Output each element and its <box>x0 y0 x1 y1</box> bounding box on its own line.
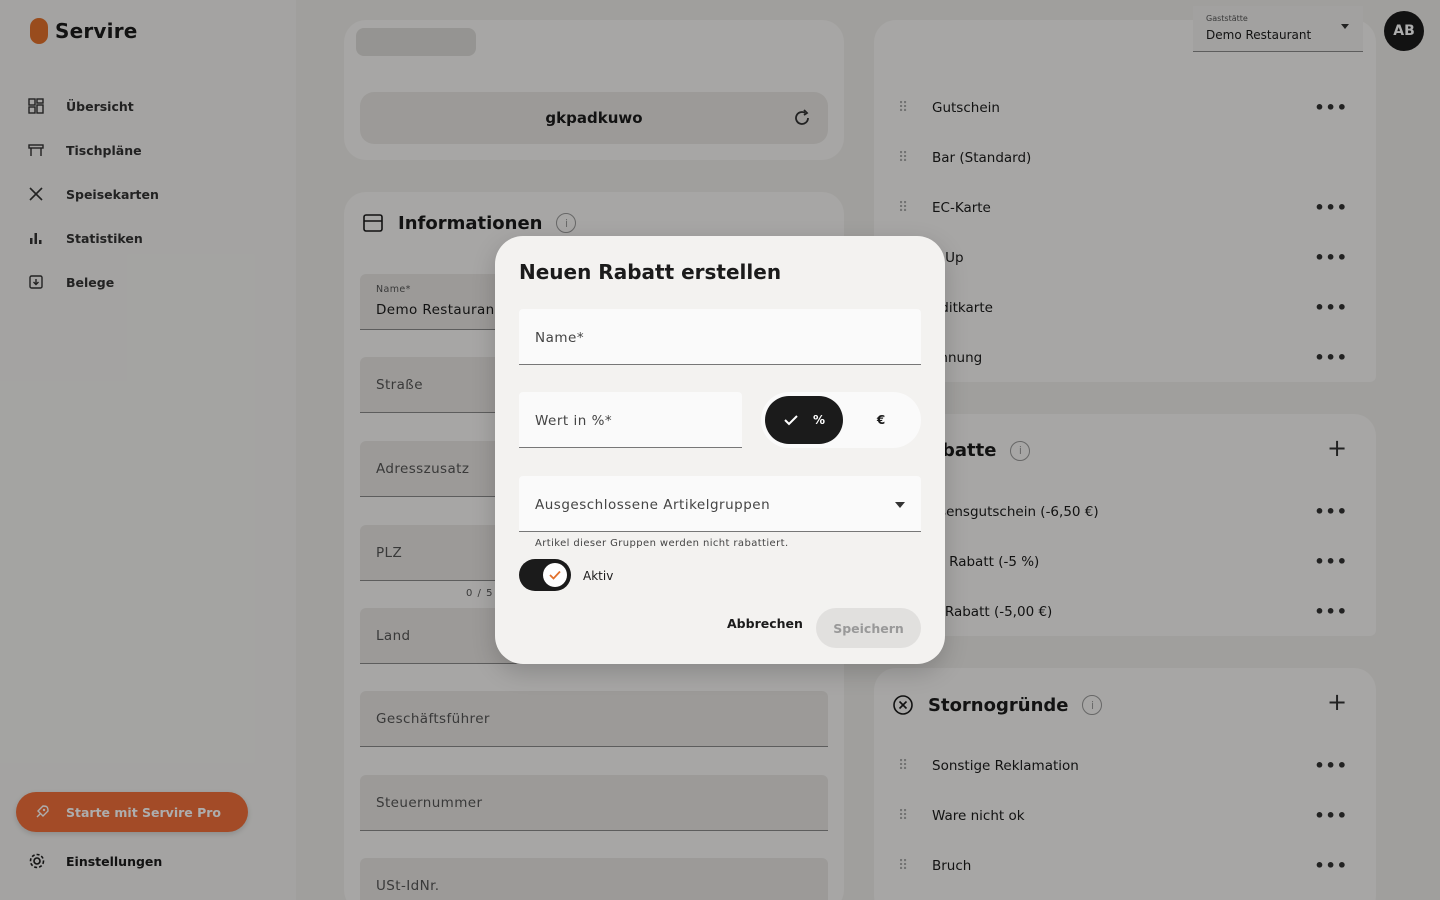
discount-name-input[interactable]: Name* <box>519 309 921 365</box>
check-icon <box>549 570 561 580</box>
unit-euro-label: € <box>876 413 886 427</box>
toggle-knob <box>543 563 567 587</box>
excluded-groups-select[interactable]: Ausgeschlossene Artikelgruppen <box>519 476 921 532</box>
save-button[interactable]: Speichern <box>816 608 921 648</box>
unit-toggle: % € <box>761 392 921 448</box>
dialog-title: Neuen Rabatt erstellen <box>519 260 782 284</box>
create-discount-dialog: Neuen Rabatt erstellen Name* Wert in %* … <box>495 236 945 664</box>
unit-percent-label: % <box>812 413 826 427</box>
unit-percent-button[interactable]: % <box>765 396 843 444</box>
discount-value-input[interactable]: Wert in %* <box>519 392 742 448</box>
excluded-groups-label: Ausgeschlossene Artikelgruppen <box>535 497 771 513</box>
discount-name-label: Name* <box>535 330 585 346</box>
active-toggle[interactable] <box>519 559 571 591</box>
discount-value-label: Wert in %* <box>535 413 613 429</box>
check-icon <box>784 415 798 426</box>
unit-euro-button[interactable]: € <box>861 396 901 444</box>
chevron-down-icon <box>895 502 905 508</box>
cancel-button[interactable]: Abbrechen <box>727 616 803 631</box>
excluded-groups-hint: Artikel dieser Gruppen werden nicht raba… <box>535 538 789 549</box>
active-label: Aktiv <box>583 569 614 583</box>
